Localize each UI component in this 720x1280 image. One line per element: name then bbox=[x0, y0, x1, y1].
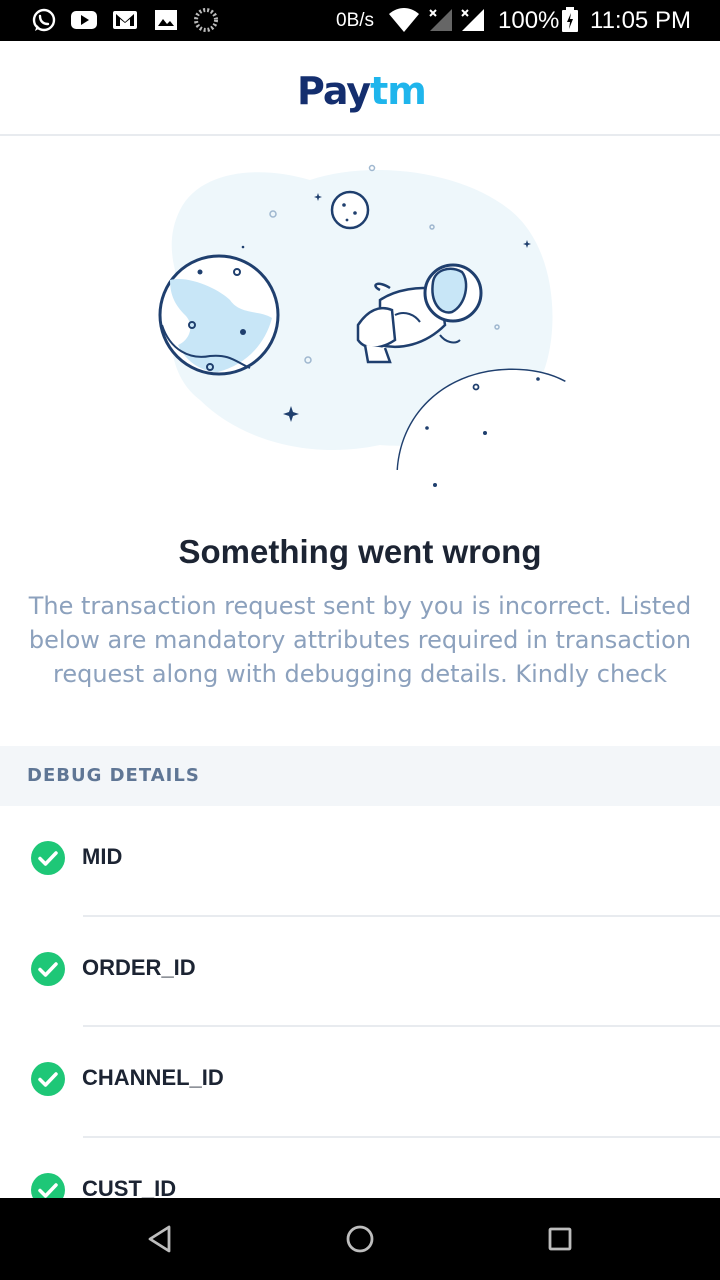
error-message: The transaction request sent by you is i… bbox=[28, 592, 692, 688]
paytm-logo: Paytm bbox=[297, 69, 427, 113]
debug-item-order-id: ORDER_ID bbox=[0, 917, 720, 1027]
debug-details-header: DEBUG DETAILS bbox=[0, 746, 720, 806]
debug-item-label: CUST_ID bbox=[82, 1175, 177, 1199]
logo-pay: Pay bbox=[297, 69, 371, 113]
error-title: Something went wrong bbox=[178, 533, 542, 570]
check-circle-icon bbox=[31, 951, 65, 986]
status-bar: 0B/s 100% 11:05 PM bbox=[0, 0, 720, 41]
gallery-icon bbox=[155, 10, 177, 30]
signal-icon bbox=[429, 9, 452, 31]
clock: 11:05 PM bbox=[590, 7, 691, 34]
app-header: Paytm bbox=[0, 41, 720, 136]
debug-list: MID ORDER_ID CHANNEL_ID CUST_ID bbox=[0, 806, 720, 1198]
astronaut-illustration bbox=[158, 164, 580, 500]
wifi-icon bbox=[389, 8, 419, 32]
youtube-icon bbox=[71, 11, 97, 29]
navigation-bar bbox=[0, 1198, 720, 1280]
debug-item-label: CHANNEL_ID bbox=[82, 1065, 224, 1090]
back-icon[interactable] bbox=[140, 1219, 180, 1259]
debug-details-title: DEBUG DETAILS bbox=[27, 765, 200, 786]
moon-icon bbox=[330, 190, 370, 230]
battery-icon bbox=[562, 7, 578, 32]
debug-item-label: ORDER_ID bbox=[82, 954, 196, 980]
battery-percent: 100% bbox=[498, 7, 560, 34]
recents-icon[interactable] bbox=[540, 1219, 580, 1259]
sync-icon bbox=[194, 8, 218, 32]
check-circle-icon bbox=[31, 1172, 65, 1198]
home-icon[interactable] bbox=[340, 1219, 380, 1259]
signal-icon bbox=[461, 9, 484, 31]
debug-item-cust-id: CUST_ID bbox=[0, 1138, 720, 1199]
debug-item-mid: MID bbox=[0, 806, 720, 917]
logo-tm: tm bbox=[370, 69, 427, 113]
check-circle-icon bbox=[31, 841, 65, 875]
whatsapp-icon bbox=[32, 8, 56, 32]
debug-item-channel-id: CHANNEL_ID bbox=[0, 1027, 720, 1138]
gmail-icon bbox=[113, 11, 137, 29]
net-speed: 0B/s bbox=[336, 10, 375, 31]
debug-item-label: MID bbox=[82, 844, 123, 869]
check-circle-icon bbox=[31, 1062, 65, 1096]
